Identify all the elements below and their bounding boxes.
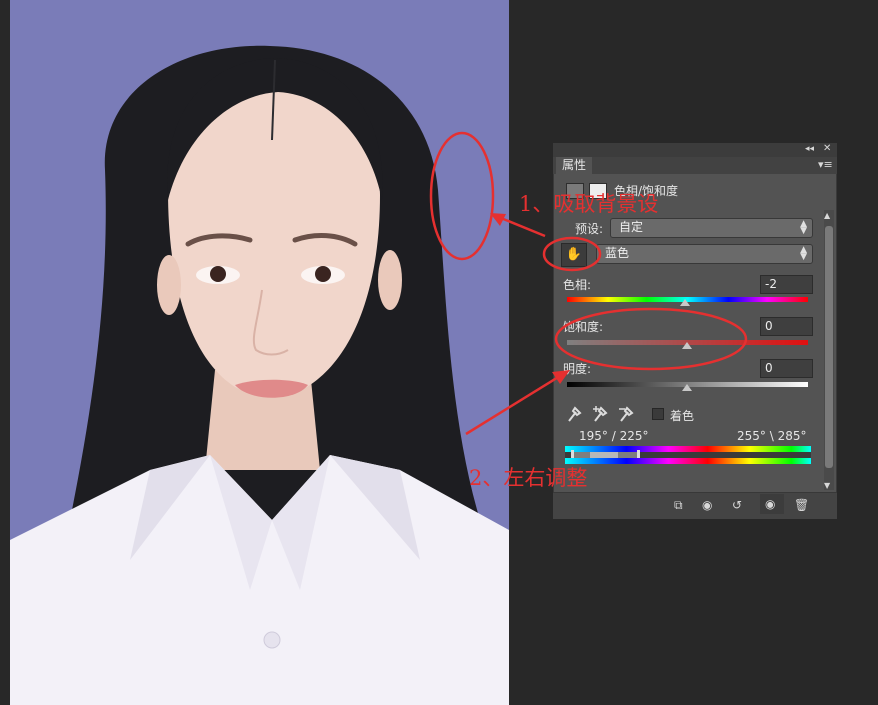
annotation-arrowhead-2: [552, 370, 570, 384]
annotation-overlay: [429, 131, 748, 436]
annotation-step1: 1、吸取背景设: [519, 192, 659, 216]
workspace: ◂◂ ✕ 属性 ▾≡ 色相/饱和度 预设: 自定 ▲ ▼ ✋ 蓝色 ▲ ▼ 色相: …: [0, 0, 878, 705]
annotation-circle-background: [429, 131, 495, 261]
annotation-step2: 2、左右调整: [469, 466, 588, 490]
annotation-arrow-2: [465, 374, 561, 436]
annotation-circle-hand-tool: [542, 236, 602, 272]
annotation-circle-saturation: [554, 307, 748, 371]
